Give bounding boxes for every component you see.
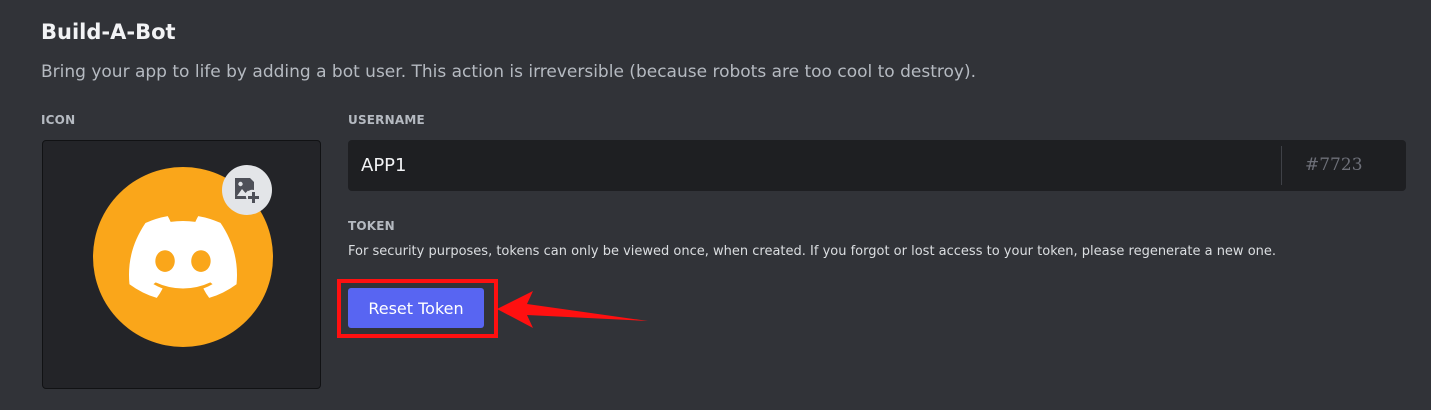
reset-token-button[interactable]: Reset Token	[348, 288, 484, 328]
field-divider	[1281, 146, 1282, 185]
icon-upload-area[interactable]	[42, 140, 321, 389]
image-add-icon	[235, 178, 259, 203]
discriminator: #7723	[1305, 155, 1363, 175]
username-field[interactable]: #7723	[348, 140, 1406, 191]
token-description: For security purposes, tokens can only b…	[348, 244, 1277, 259]
icon-label: ICON	[41, 113, 76, 127]
token-label: TOKEN	[348, 219, 395, 233]
page-title: Build-A-Bot	[41, 20, 176, 44]
page-subtitle: Bring your app to life by adding a bot u…	[41, 62, 976, 82]
discord-logo-icon	[129, 216, 237, 298]
username-input[interactable]	[348, 140, 1278, 191]
upload-image-button[interactable]	[222, 165, 272, 215]
annotation-arrow-icon	[497, 291, 648, 328]
username-label: USERNAME	[348, 113, 425, 127]
